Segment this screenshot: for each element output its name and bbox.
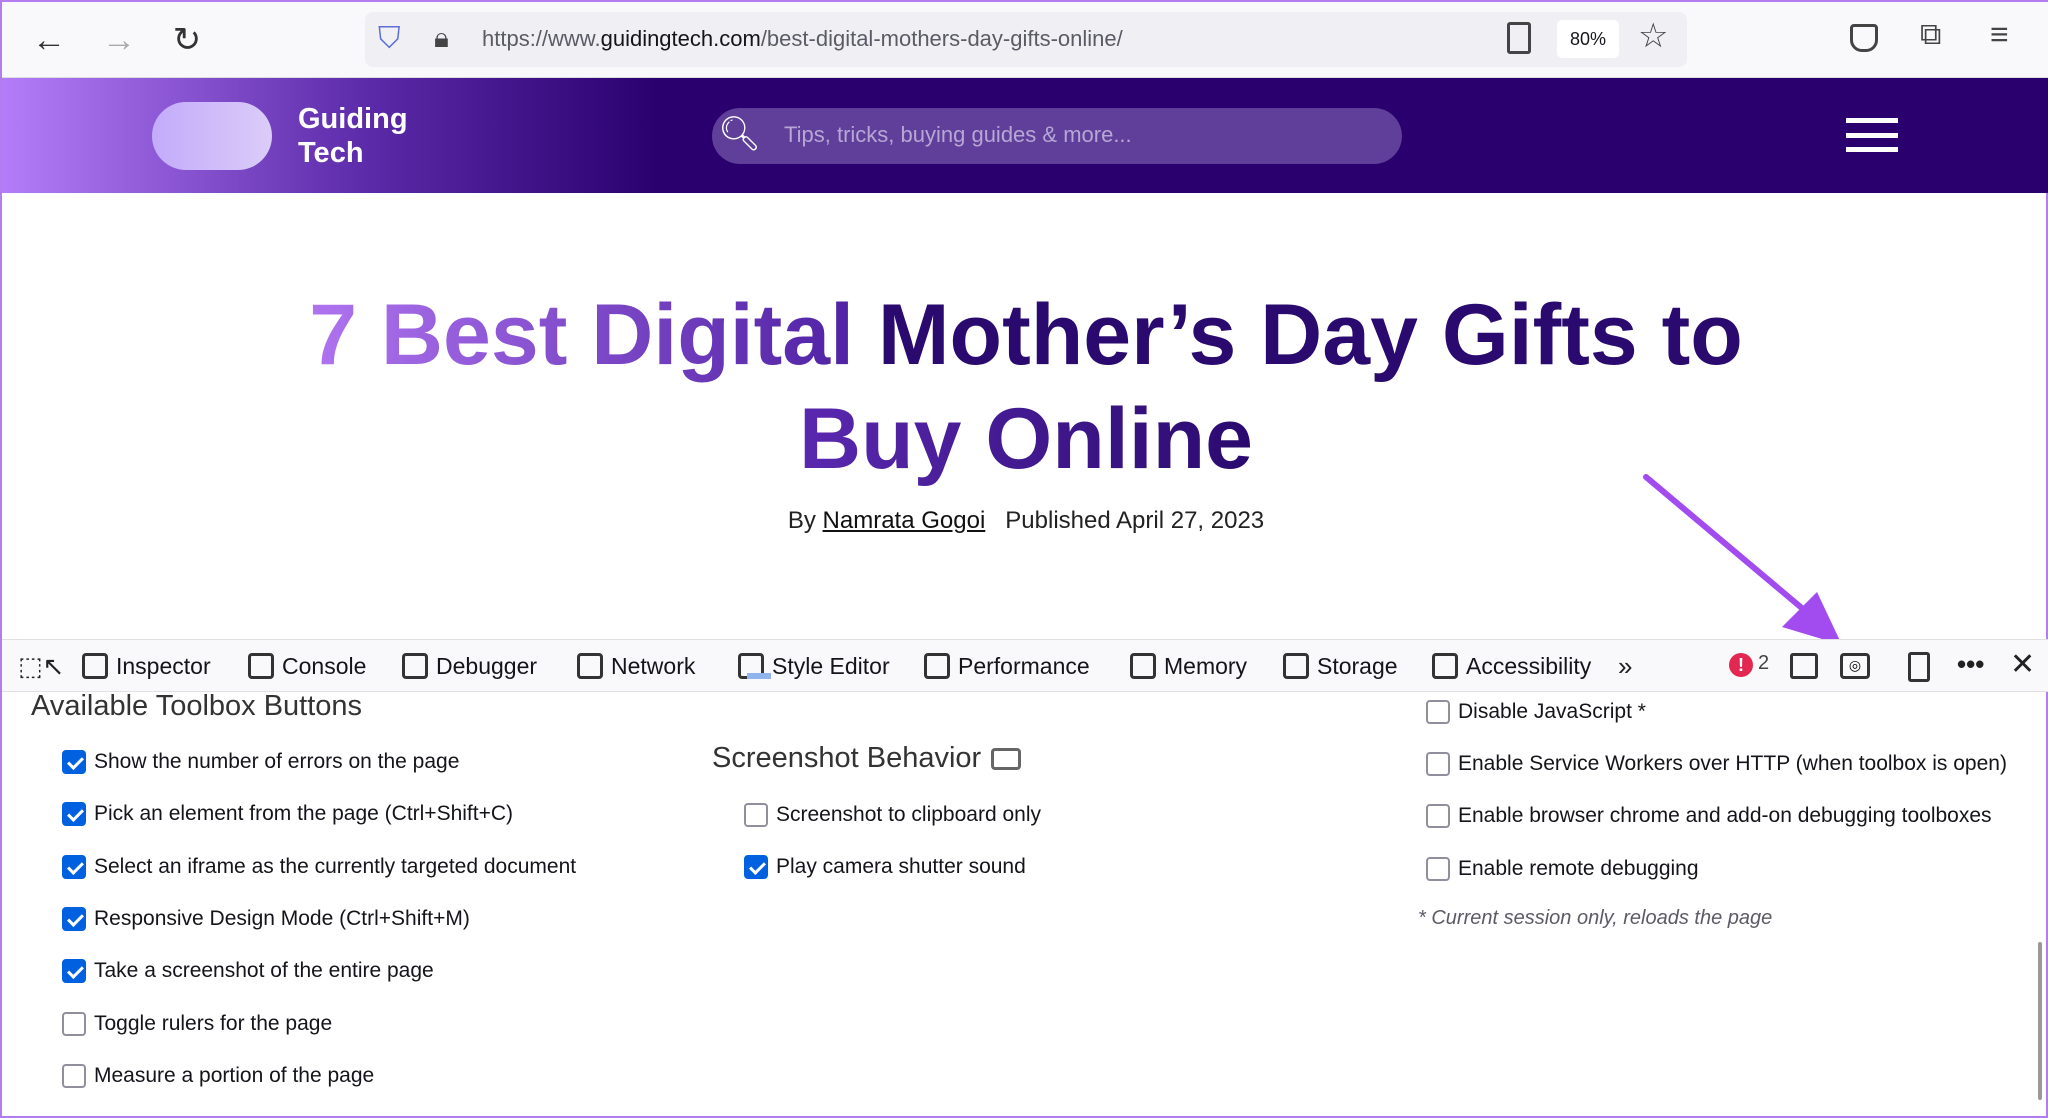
checkbox-item[interactable]: Disable JavaScript * <box>1426 700 1646 724</box>
screenshot-heading: Screenshot Behavior <box>712 742 1022 775</box>
checkbox-label: Enable browser chrome and add-on debuggi… <box>1458 804 1992 827</box>
tab-label: Storage <box>1317 653 1398 679</box>
checkbox-label: Pick an element from the page (Ctrl+Shif… <box>94 802 514 825</box>
checkbox-label: Screenshot to clipboard only <box>776 803 1041 826</box>
checkbox-item[interactable]: Responsive Design Mode (Ctrl+Shift+M) <box>62 907 470 931</box>
menu-icon[interactable]: ≡ <box>1990 16 2009 53</box>
error-count[interactable]: 2 <box>1758 652 1769 675</box>
screenshot-camera-icon[interactable]: ◎ <box>1840 653 1870 679</box>
error-icon[interactable]: ! <box>1729 653 1753 677</box>
reload-button[interactable]: ↻ <box>167 20 207 60</box>
checkbox-label: Enable remote debugging <box>1458 857 1699 880</box>
checkbox-item[interactable]: Enable browser chrome and add-on debuggi… <box>1426 804 1992 828</box>
checkbox-item[interactable]: Enable Service Workers over HTTP (when t… <box>1426 752 2007 776</box>
checkbox[interactable] <box>62 1012 86 1036</box>
network-icon <box>577 653 603 679</box>
extensions-icon[interactable]: ⧉ <box>1920 18 1941 52</box>
checkbox-label: Show the number of errors on the page <box>94 750 460 773</box>
back-button[interactable]: ← <box>29 20 69 60</box>
performance-icon <box>924 653 950 679</box>
checkbox-item[interactable]: Toggle rulers for the page <box>62 1012 332 1036</box>
accessibility-icon <box>1432 653 1458 679</box>
checkbox-label: Select an iframe as the currently target… <box>94 855 577 878</box>
tab-network[interactable]: Network <box>577 650 695 682</box>
memory-icon <box>1130 653 1156 679</box>
shield-icon[interactable]: ⛉ <box>378 22 401 56</box>
checkbox[interactable] <box>62 959 86 983</box>
zoom-level[interactable]: 80% <box>1557 20 1619 58</box>
element-picker-icon[interactable]: ⬚↖ <box>18 650 64 682</box>
checkbox[interactable] <box>744 803 768 827</box>
tab-label: Style Editor <box>772 653 890 679</box>
responsive-design-icon[interactable] <box>1908 652 1930 682</box>
author-link[interactable]: Namrata Gogoi <box>823 507 986 534</box>
checkbox[interactable] <box>62 907 86 931</box>
article-title: 7 Best Digital Mother’s Day Gifts to <box>309 287 1743 383</box>
pocket-icon[interactable] <box>1850 24 1878 52</box>
checkbox-item[interactable]: Select an iframe as the currently target… <box>62 855 576 879</box>
tab-label: Accessibility <box>1466 653 1592 679</box>
tab-label: Inspector <box>116 653 211 679</box>
forward-button[interactable]: → <box>99 20 139 60</box>
tab-debugger[interactable]: Debugger <box>402 650 537 682</box>
tab-storage[interactable]: Storage <box>1283 650 1398 682</box>
checkbox-item[interactable]: Take a screenshot of the entire page <box>62 959 434 983</box>
tab-performance[interactable]: Performance <box>924 650 1090 682</box>
checkbox-item[interactable]: Measure a portion of the page <box>62 1064 374 1088</box>
partial-checkbox <box>747 673 771 679</box>
lock-icon[interactable]: 🔒︎ <box>434 22 449 55</box>
tab-console[interactable]: Console <box>248 650 366 682</box>
checkbox[interactable] <box>62 750 86 774</box>
toolbox-heading: Available Toolbox Buttons <box>31 690 363 722</box>
checkbox-label: Disable JavaScript * <box>1458 700 1646 723</box>
checkbox[interactable] <box>1426 700 1450 724</box>
checkbox-label: Toggle rulers for the page <box>94 1012 333 1035</box>
checkbox-label: Take a screenshot of the entire page <box>94 959 434 982</box>
checkbox-label: Play camera shutter sound <box>776 855 1026 878</box>
checkbox-label: Responsive Design Mode (Ctrl+Shift+M) <box>94 907 470 930</box>
tab-inspector[interactable]: Inspector <box>82 650 211 682</box>
annotation-arrow <box>1643 474 1842 645</box>
checkbox[interactable] <box>1426 752 1450 776</box>
camera-icon <box>991 747 1022 770</box>
more-tools-chevron-icon[interactable]: » <box>1618 650 1632 682</box>
storage-icon <box>1283 653 1309 679</box>
tab-label: Debugger <box>436 653 538 679</box>
console-icon <box>248 653 274 679</box>
tab-memory[interactable]: Memory <box>1130 650 1247 682</box>
tab-accessibility[interactable]: Accessibility <box>1432 650 1591 682</box>
search-icon[interactable]: 🔍︎ <box>718 114 761 154</box>
more-options-icon[interactable]: ••• <box>1957 648 1984 680</box>
checkbox-item[interactable]: Play camera shutter sound <box>744 855 1026 879</box>
checkbox-item[interactable]: Screenshot to clipboard only <box>744 803 1041 827</box>
bookmark-star-icon[interactable]: ☆ <box>1638 16 1668 56</box>
scrollbar[interactable] <box>2038 942 2042 1100</box>
iframe-select-icon[interactable] <box>1790 653 1818 679</box>
checkbox[interactable] <box>62 1064 86 1088</box>
checkbox-label: Enable Service Workers over HTTP (when t… <box>1458 752 2007 775</box>
inspector-icon <box>82 653 108 679</box>
checkbox[interactable] <box>1426 804 1450 828</box>
checkbox[interactable] <box>1426 857 1450 881</box>
url-text[interactable]: https://www.guidingtech.com/best-digital… <box>482 26 1123 52</box>
checkbox[interactable] <box>62 855 86 879</box>
search-placeholder: Tips, tricks, buying guides & more... <box>784 122 1132 147</box>
checkbox-item[interactable]: Show the number of errors on the page <box>62 750 459 774</box>
checkbox[interactable] <box>62 802 86 826</box>
checkbox-label: Measure a portion of the page <box>94 1064 375 1087</box>
advanced-note: * Current session only, reloads the page <box>1418 907 1773 929</box>
checkbox-item[interactable]: Enable remote debugging <box>1426 857 1699 881</box>
tab-label: Performance <box>958 653 1090 679</box>
logo-text[interactable]: Guiding Tech <box>298 102 408 170</box>
hamburger-menu-icon[interactable] <box>1846 118 1898 152</box>
tab-label: Memory <box>1164 653 1248 679</box>
site-logo[interactable] <box>152 102 272 170</box>
tab-label: Network <box>611 653 696 679</box>
checkbox-item[interactable]: Pick an element from the page (Ctrl+Shif… <box>62 802 513 826</box>
debugger-icon <box>402 653 428 679</box>
tab-label: Console <box>282 653 367 679</box>
close-devtools-icon[interactable]: ✕ <box>2010 649 2035 681</box>
checkbox[interactable] <box>744 855 768 879</box>
reader-view-icon[interactable] <box>1507 22 1531 54</box>
